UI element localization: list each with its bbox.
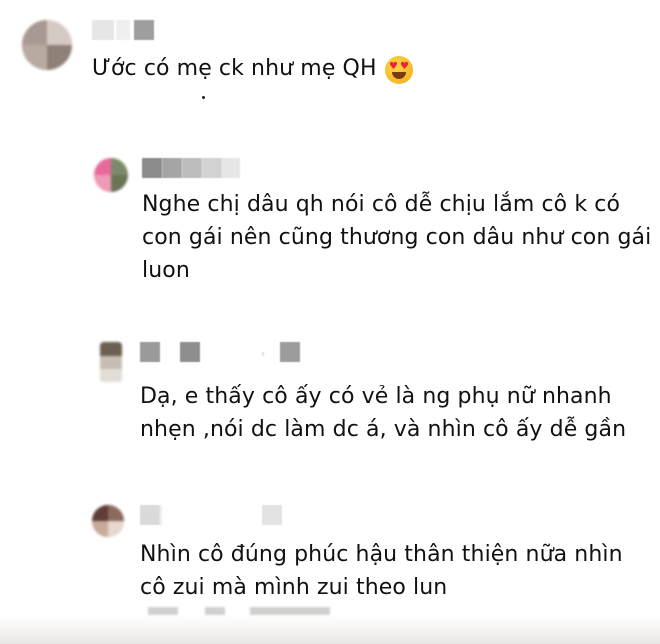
comment-thread-screenshot: { "comments": [ { "text_lines": ["Ước có… [0,0,660,644]
comment-3: Dạ, e thấy cô ấy có vẻ là ng phụ nữ nhan… [0,330,660,450]
comment-text: Dạ, e thấy cô ấy có vẻ là ng phụ nữ nhan… [140,380,626,446]
redacted-username [142,158,252,178]
comment-text-line: nhẹn ,nói dc làm dc á, và nhìn cô ấy dễ … [140,417,627,442]
redacted-username [140,342,305,362]
bottom-fade [0,614,660,644]
comment-text-line: Nhìn cô đúng phúc hậu thân thiện nữa nhì… [140,542,623,567]
comment-2: Nghe chị dâu qh nói cô dễ chịu lắm cô k … [0,150,660,290]
avatar[interactable] [94,158,128,192]
comment-text-line: Ước có mẹ ck như mẹ QH [92,56,377,81]
smile-mouth [392,72,406,79]
comment-text-line: Nghe chị dâu qh nói cô dễ chịu lắm cô k … [142,192,621,217]
heart-icon: ♥ [389,61,398,72]
comment-text-line: luon [142,258,190,283]
avatar[interactable] [92,505,124,537]
separator-dot [202,96,205,99]
heart-icon: ♥ [400,61,409,72]
comment-text: Ước có mẹ ck như mẹ QH [92,52,377,85]
heart-eyes-emoji-icon: ♥ ♥ [385,56,413,84]
comment-text: Nhìn cô đúng phúc hậu thân thiện nữa nhì… [140,538,623,604]
redacted-username [92,20,162,40]
avatar[interactable] [100,342,122,382]
comment-text-line: con gái nên cũng thương con dâu như con … [142,225,652,250]
comment-1: Ước có mẹ ck như mẹ QH ♥ ♥ [0,0,660,110]
comment-text-line: Dạ, e thấy cô ấy có vẻ là ng phụ nữ nhan… [140,384,612,409]
avatar[interactable] [22,20,72,70]
comment-text: Nghe chị dâu qh nói cô dễ chịu lắm cô k … [142,188,651,287]
comment-text-line: cô zui mà mình zui theo lun [140,575,448,600]
redacted-username [140,505,290,525]
